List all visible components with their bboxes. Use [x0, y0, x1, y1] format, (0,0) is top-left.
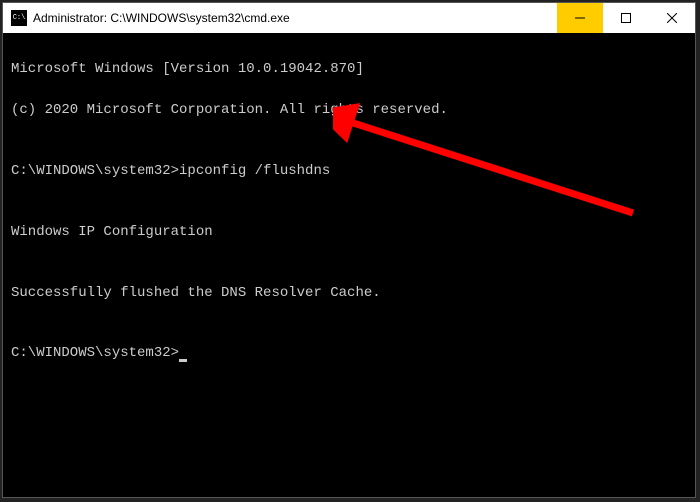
prompt-line-2: C:\WINDOWS\system32>: [11, 343, 687, 363]
maximize-icon: [621, 13, 631, 23]
cmd-icon: C:\: [11, 10, 27, 26]
terminal-output[interactable]: Microsoft Windows [Version 10.0.19042.87…: [3, 33, 695, 451]
close-button[interactable]: [649, 3, 695, 33]
result-message: Successfully flushed the DNS Resolver Ca…: [11, 283, 687, 303]
window-title: Administrator: C:\WINDOWS\system32\cmd.e…: [33, 11, 557, 25]
maximize-button[interactable]: [603, 3, 649, 33]
close-icon: [667, 13, 677, 23]
prompt-path: C:\WINDOWS\system32>: [11, 163, 179, 179]
result-header: Windows IP Configuration: [11, 222, 687, 242]
minimize-button[interactable]: [557, 3, 603, 33]
cursor-icon: [179, 359, 187, 362]
window-controls: [557, 3, 695, 33]
titlebar[interactable]: C:\ Administrator: C:\WINDOWS\system32\c…: [3, 3, 695, 33]
prompt-command: ipconfig /flushdns: [179, 163, 330, 179]
cmd-icon-label: C:\: [13, 15, 26, 22]
prompt-path: C:\WINDOWS\system32>: [11, 345, 179, 361]
copyright-line: (c) 2020 Microsoft Corporation. All righ…: [11, 100, 687, 120]
cmd-window: C:\ Administrator: C:\WINDOWS\system32\c…: [2, 2, 696, 498]
minimize-icon: [575, 13, 585, 23]
version-line: Microsoft Windows [Version 10.0.19042.87…: [11, 59, 687, 79]
prompt-line-1: C:\WINDOWS\system32>ipconfig /flushdns: [11, 161, 687, 181]
